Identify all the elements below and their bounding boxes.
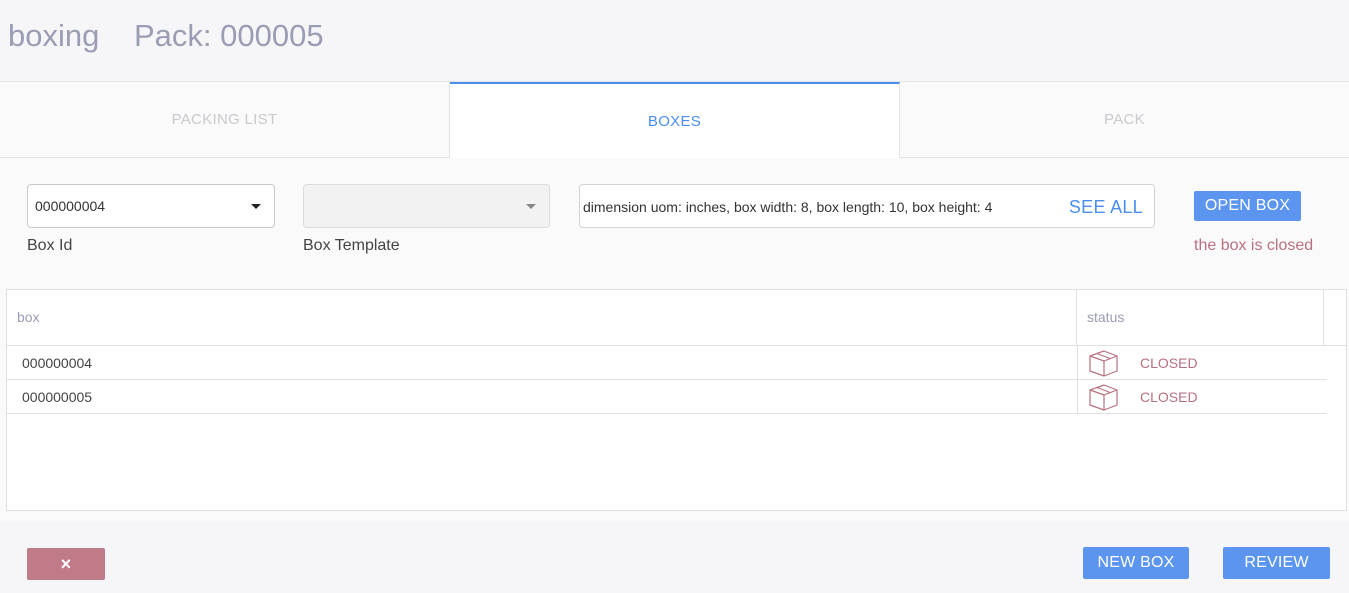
column-divider: [1076, 290, 1077, 346]
new-box-button[interactable]: NEW BOX: [1083, 547, 1189, 579]
dimensions-field: dimension uom: inches, box width: 8, box…: [579, 184, 1155, 228]
footer-bar: × NEW BOX REVIEW: [0, 522, 1349, 593]
tab-packing-list[interactable]: PACKING LIST: [0, 82, 450, 158]
status-cell: CLOSED: [1077, 380, 1327, 413]
page-header: boxing Pack: 000005: [0, 0, 1349, 82]
boxes-table: box status 000000004 CLOSED 000000005 CL…: [6, 289, 1347, 511]
box-id-select[interactable]: 000000004: [27, 184, 275, 228]
status-cell: CLOSED: [1077, 346, 1327, 379]
tab-pack[interactable]: PACK: [900, 82, 1349, 158]
status-badge: CLOSED: [1140, 355, 1198, 371]
dimensions-text: dimension uom: inches, box width: 8, box…: [583, 199, 993, 215]
chevron-down-icon: [526, 204, 536, 209]
table-row[interactable]: 000000005 CLOSED: [7, 380, 1327, 414]
tab-boxes[interactable]: BOXES: [450, 82, 900, 158]
box-template-label: Box Template: [303, 237, 400, 254]
table-row[interactable]: 000000004 CLOSED: [7, 346, 1327, 380]
column-divider: [1323, 290, 1324, 346]
column-header-box[interactable]: box: [17, 309, 40, 325]
box-icon: [1089, 384, 1118, 411]
cancel-button[interactable]: ×: [27, 548, 105, 580]
box-status-message: the box is closed: [1194, 237, 1314, 254]
see-all-button[interactable]: SEE ALL: [1069, 197, 1143, 218]
box-id-value: 000000004: [35, 198, 106, 214]
boxes-panel: 000000004 Box Id Box Template dimension …: [0, 158, 1349, 522]
box-cell: 000000004: [22, 355, 93, 371]
table-header: box status: [7, 290, 1346, 346]
box-icon: [1089, 350, 1118, 377]
status-badge: CLOSED: [1140, 389, 1198, 405]
pack-title: Pack: 000005: [134, 18, 324, 53]
app-title: boxing: [8, 18, 100, 53]
box-id-label: Box Id: [27, 237, 73, 254]
chevron-down-icon: [251, 204, 261, 209]
column-header-status[interactable]: status: [1087, 309, 1124, 325]
box-template-select[interactable]: [303, 184, 550, 228]
tab-bar: PACKING LIST BOXES PACK: [0, 81, 1349, 158]
open-box-button[interactable]: OPEN BOX: [1194, 191, 1301, 221]
review-button[interactable]: REVIEW: [1223, 547, 1330, 579]
box-cell: 000000005: [22, 389, 93, 405]
